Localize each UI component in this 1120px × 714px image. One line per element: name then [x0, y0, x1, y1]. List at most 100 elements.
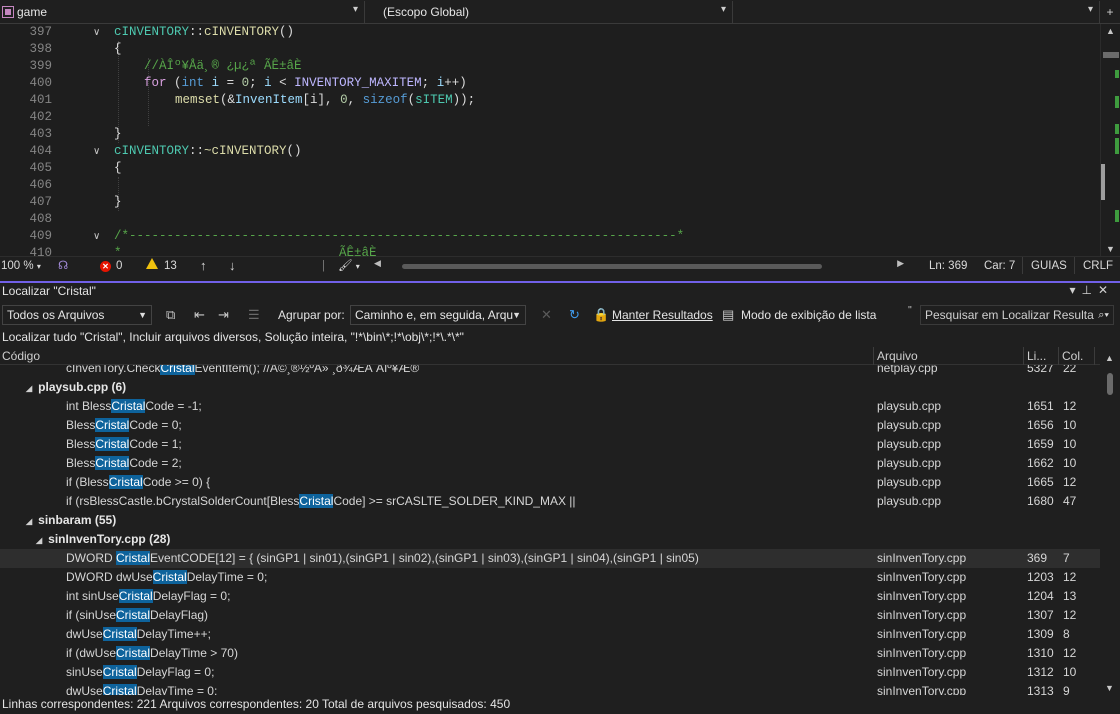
group-by-combo[interactable]: Caminho e, em seguida, Arqu ▼: [350, 305, 526, 325]
code-editor[interactable]: 397 398 399 400 401 402 403 404 405 406 407 408 409 4…: [0, 24, 1120, 256]
result-col: 22: [1063, 365, 1077, 375]
warning-count[interactable]: 13: [146, 257, 177, 275]
overflow-icon[interactable]: '': [908, 305, 912, 316]
column-col[interactable]: Col.: [1062, 349, 1083, 363]
code-text: if (dwUse: [66, 646, 117, 660]
project-name: game: [17, 4, 48, 19]
lock-icon[interactable]: 🔒: [593, 307, 609, 323]
expand-icon[interactable]: ◢: [26, 512, 32, 531]
line-endings[interactable]: CRLF: [1074, 257, 1120, 275]
code-text: Bless: [66, 456, 96, 470]
result-file: sinInvenTory.cpp: [877, 646, 967, 660]
match-highlight: Cristal: [152, 570, 187, 584]
result-row[interactable]: if (dwUseCristalDelayTime > 70) sinInvenT…: [0, 644, 1100, 663]
scroll-right-icon[interactable]: ▶: [897, 258, 904, 269]
result-row[interactable]: int sinUseCristalDelayFlag = 0; sinInvenT…: [0, 587, 1100, 606]
fold-toggle-icon[interactable]: ∨: [93, 143, 105, 160]
scroll-down-icon[interactable]: ▼: [1105, 683, 1114, 693]
result-col: 12: [1063, 399, 1077, 413]
group-count: (6): [111, 380, 127, 394]
code-text: Code = 2;: [129, 456, 182, 470]
result-row[interactable]: if (sinUseCristalDelayFlag) sinInvenTory.…: [0, 606, 1100, 625]
code-text: dwUse: [66, 627, 103, 641]
column-file[interactable]: Arquivo: [877, 349, 918, 363]
column-line[interactable]: Li...: [1027, 349, 1046, 363]
result-row[interactable]: BlessCristalCode = 2; playsub.cpp 1662 10: [0, 454, 1100, 473]
line-number: 400: [29, 76, 52, 90]
result-row[interactable]: if (rsBlessCastle.bCrystalSolderCount[Bl…: [0, 492, 1100, 511]
result-line: 1662: [1027, 456, 1054, 470]
chevron-down-icon: ▾: [352, 3, 358, 15]
previous-issue-icon[interactable]: ↑: [200, 257, 207, 275]
result-row[interactable]: int BlessCristalCode = -1; playsub.cpp 165…: [0, 397, 1100, 416]
error-count[interactable]: ✕ 0: [100, 257, 122, 275]
result-group[interactable]: ◢ sinInvenTory.cpp (28): [0, 530, 1100, 549]
scroll-down-icon[interactable]: ▼: [1106, 244, 1115, 254]
scope-filter-combo[interactable]: Todos os Arquivos ▼: [2, 305, 152, 325]
expand-icon[interactable]: ◢: [26, 379, 32, 398]
previous-result-icon[interactable]: ⇤: [194, 307, 205, 323]
fold-toggle-icon[interactable]: ∨: [93, 24, 105, 41]
result-group[interactable]: ◢ sinbaram (55): [0, 511, 1100, 530]
chevron-down-icon[interactable]: ▾: [1069, 283, 1081, 297]
line-number: 410: [29, 246, 52, 256]
copilot-icon[interactable]: ☊: [58, 257, 68, 275]
search-description: Localizar tudo "Cristal", Incluir arquiv…: [2, 330, 464, 344]
result-row[interactable]: DWORD CristalEventCODE[12] = { (sinGP1 |…: [0, 549, 1100, 568]
list-view-icon[interactable]: ▤: [722, 307, 734, 323]
zoom-level[interactable]: 100 % ▾: [0, 257, 44, 275]
code-text: DWORD: [66, 551, 116, 565]
scroll-left-icon[interactable]: ◀: [374, 258, 381, 269]
result-col: 8: [1063, 627, 1070, 641]
close-icon[interactable]: ✕: [1098, 283, 1114, 297]
navigation-bar: game ▾ (Escopo Global) ▾ ▾ +: [0, 0, 1120, 24]
refresh-icon[interactable]: ↻: [569, 307, 580, 323]
code-text: Code = -1;: [145, 399, 202, 413]
cursor-char[interactable]: Car: 7: [984, 257, 1015, 275]
result-row[interactable]: DWORD dwUseCristalDelayTime = 0; sinInven…: [0, 568, 1100, 587]
code-text: Code] >= srCASLTE_SOLDER_KIND_MAX ||: [333, 494, 576, 508]
search-results-input[interactable]: Pesquisar em Localizar Resulta ⌕▾: [920, 305, 1114, 325]
scope-combo[interactable]: (Escopo Global) ▾: [365, 0, 733, 23]
result-code: BlessCristalCode = 2;: [66, 454, 182, 473]
keep-results-button[interactable]: Manter Resultados: [612, 308, 713, 322]
copy-icon[interactable]: ⧉: [166, 307, 175, 323]
results-vertical-scrollbar[interactable]: ▲ ▼: [1100, 347, 1120, 695]
editor-horizontal-scrollbar[interactable]: ◀ ▶: [374, 258, 904, 271]
code-text: DWORD dwUse: [66, 570, 153, 584]
result-row[interactable]: if (BlessCristalCode >= 0) {playsub.cpp 1…: [0, 473, 1100, 492]
split-editor-icon[interactable]: +: [1100, 5, 1120, 19]
cursor-line[interactable]: Ln: 369: [929, 257, 967, 275]
expand-icon[interactable]: ◢: [36, 531, 42, 550]
member-combo[interactable]: ▾: [733, 0, 1100, 23]
next-result-icon[interactable]: ⇥: [218, 307, 229, 323]
results-list[interactable]: cInvenTory.CheckCristalEventItem(); //À©…: [0, 365, 1100, 695]
editor-vertical-scrollbar[interactable]: ▲ ▼: [1100, 24, 1120, 256]
result-row[interactable]: BlessCristalCode = 0; playsub.cpp 1656 10: [0, 416, 1100, 435]
column-code[interactable]: Código: [2, 349, 40, 363]
stop-search-icon[interactable]: ✕: [541, 307, 552, 323]
fold-toggle-icon[interactable]: ∨: [93, 228, 105, 245]
result-row[interactable]: cInvenTory.CheckCristalEventItem(); //À©…: [0, 365, 1100, 378]
project-combo[interactable]: game ▾: [0, 0, 365, 23]
result-line: 5327: [1027, 365, 1054, 375]
clear-filter-icon[interactable]: ☰: [248, 307, 260, 323]
result-file: playsub.cpp: [877, 494, 942, 508]
scroll-up-icon[interactable]: ▲: [1106, 26, 1115, 36]
result-row[interactable]: dwUseCristalDelayTime++; sinInvenTory.cpp…: [0, 625, 1100, 644]
match-highlight: Cristal: [102, 684, 137, 695]
tabs-mode[interactable]: GUIAS: [1022, 257, 1075, 275]
list-view-button[interactable]: Modo de exibição de lista: [741, 308, 876, 322]
group-label: playsub.cpp: [38, 380, 109, 394]
result-row[interactable]: sinUseCristalDelayFlag = 0; sinInvenTory.…: [0, 663, 1100, 682]
next-issue-icon[interactable]: ↓: [229, 257, 236, 275]
result-group[interactable]: ◢ playsub.cpp (6): [0, 378, 1100, 397]
code-line-409: /*--------------------------------------…: [114, 229, 685, 243]
result-line: 1313: [1027, 684, 1054, 695]
scroll-up-icon[interactable]: ▲: [1105, 353, 1114, 363]
result-file: playsub.cpp: [877, 399, 942, 413]
pin-icon[interactable]: ⊥: [1081, 283, 1097, 297]
result-row[interactable]: BlessCristalCode = 1; playsub.cpp 1659 10: [0, 435, 1100, 454]
result-row[interactable]: dwUseCristalDelayTime = 0; sinInvenTory.c…: [0, 682, 1100, 695]
code-cleanup-icon[interactable]: 🖌 ▾: [338, 257, 360, 275]
